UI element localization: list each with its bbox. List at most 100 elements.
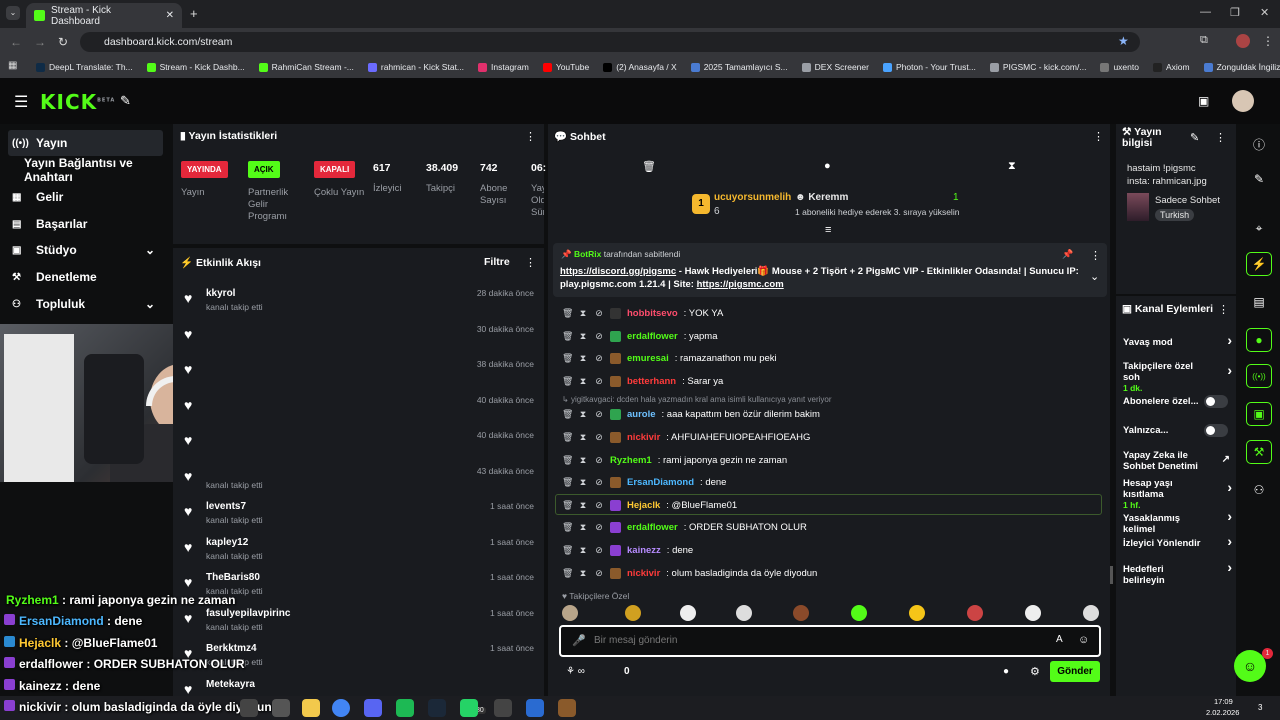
chat-username[interactable]: hobbitsevo bbox=[627, 308, 678, 319]
delete-message-icon[interactable]: 🗑 bbox=[562, 353, 573, 364]
chevron-right-icon[interactable]: › bbox=[1227, 333, 1232, 347]
obs-icon[interactable] bbox=[494, 699, 512, 717]
tools-icon[interactable]: ⚒ bbox=[1246, 440, 1272, 464]
emote-icon[interactable] bbox=[967, 605, 983, 621]
ban-icon[interactable]: ⊘ bbox=[594, 522, 604, 533]
community-icon[interactable]: ⚇ bbox=[1246, 478, 1272, 502]
timeout-icon[interactable]: ⧗ bbox=[578, 522, 588, 533]
chevron-right-icon[interactable]: › bbox=[1227, 509, 1232, 523]
activity-user[interactable]: Berkktmz4 bbox=[206, 643, 257, 654]
trash-icon[interactable]: 🗑 bbox=[642, 160, 656, 173]
activity-menu-icon[interactable]: ⋮ bbox=[525, 256, 536, 269]
browser-tab[interactable]: Stream - Kick Dashboard ✕ bbox=[26, 3, 182, 28]
target-icon[interactable]: ⌖ bbox=[1246, 216, 1272, 240]
bookmark-item[interactable]: DeepL Translate: Th... bbox=[36, 62, 133, 72]
emote-icon[interactable] bbox=[851, 605, 867, 621]
points-icon[interactable]: ⚘ ∞ bbox=[566, 666, 585, 677]
toggle-switch[interactable] bbox=[1204, 395, 1228, 408]
activity-user[interactable]: fasulyepilavpirinc bbox=[206, 608, 290, 619]
chevron-right-icon[interactable]: › bbox=[1227, 534, 1232, 548]
timeout-icon[interactable]: ⧗ bbox=[578, 331, 588, 342]
emote-icon[interactable] bbox=[736, 605, 752, 621]
emote-icon[interactable] bbox=[909, 605, 925, 621]
chat-bubble-small-icon[interactable]: ● bbox=[1003, 666, 1009, 677]
discord-link[interactable]: https://discord.gg/pigsmc bbox=[560, 266, 676, 277]
timeout-icon[interactable]: ⧗ bbox=[578, 545, 588, 556]
chat-username[interactable]: erdalflower bbox=[627, 522, 678, 533]
chat-username[interactable]: ErsanDiamond bbox=[627, 477, 694, 488]
collapse-icon[interactable]: ≡ bbox=[825, 224, 831, 236]
delete-message-icon[interactable]: 🗑 bbox=[562, 500, 573, 511]
chat-icon[interactable]: ● bbox=[1246, 328, 1272, 352]
channel-action-5[interactable]: Hesap yaşı kısıtlama 1 hf. › bbox=[1123, 478, 1232, 511]
chat-username[interactable]: Ryzhem1 bbox=[610, 455, 652, 466]
broadcast-icon[interactable]: ((•)) bbox=[1246, 364, 1272, 388]
channel-action-8[interactable]: Hedefleri belirleyin › bbox=[1123, 560, 1232, 586]
bookmark-item[interactable]: RahmiCan Stream -... bbox=[258, 62, 354, 72]
bookmark-item[interactable]: Instagram bbox=[478, 62, 529, 72]
emoji-icon[interactable]: ☺ bbox=[1078, 634, 1089, 646]
bookmark-item[interactable]: Zonguldak İngilizce... bbox=[1203, 62, 1280, 72]
files-icon[interactable] bbox=[272, 699, 290, 717]
bookmark-item[interactable]: uxento bbox=[1100, 62, 1139, 72]
sidebar-item-1[interactable]: Yayın Bağlantısı ve Anahtarı bbox=[8, 156, 163, 184]
sidebar-item-0[interactable]: ((•)) Yayın bbox=[8, 130, 163, 156]
pin-icon[interactable]: 📌 bbox=[1062, 249, 1073, 260]
new-tab-button[interactable]: + bbox=[190, 6, 198, 21]
folder-icon[interactable] bbox=[302, 699, 320, 717]
chat-username[interactable]: nickivir bbox=[627, 568, 660, 579]
whatsapp-icon[interactable] bbox=[460, 699, 478, 717]
bolt-icon[interactable]: ⚡ bbox=[1246, 252, 1272, 276]
stream-info-menu-icon[interactable]: ⋮ bbox=[1215, 131, 1226, 144]
emote-icon[interactable] bbox=[1025, 605, 1041, 621]
ban-icon[interactable]: ⊘ bbox=[594, 409, 604, 420]
tab-list-button[interactable]: ⌄ bbox=[6, 6, 20, 20]
ban-icon[interactable]: ⊘ bbox=[594, 331, 604, 342]
reload-button[interactable]: ↻ bbox=[58, 35, 68, 49]
ban-icon[interactable]: ⊘ bbox=[594, 353, 604, 364]
bookmark-item[interactable]: rahmican - Kick Stat... bbox=[367, 62, 464, 72]
bookmark-item[interactable]: PIGSMC - kick.com/... bbox=[989, 62, 1086, 72]
sidebar-item-2[interactable]: ▦ Gelir bbox=[8, 184, 163, 210]
timeout-icon[interactable]: ⧗ bbox=[578, 432, 588, 443]
close-window-button[interactable]: ✕ bbox=[1260, 6, 1269, 19]
channel-action-0[interactable]: Yavaş mod › bbox=[1123, 333, 1232, 348]
sidebar-item-5[interactable]: ⚒ Denetleme bbox=[8, 264, 163, 290]
timeout-icon[interactable]: ⧗ bbox=[578, 409, 588, 420]
activity-user[interactable]: levents7 bbox=[206, 501, 246, 512]
close-tab-icon[interactable]: ✕ bbox=[166, 10, 174, 21]
delete-message-icon[interactable]: 🗑 bbox=[562, 568, 573, 579]
ban-icon[interactable]: ⊘ bbox=[594, 432, 604, 443]
bookmark-item[interactable]: Photon - Your Trust... bbox=[882, 62, 976, 72]
discord-icon[interactable] bbox=[364, 699, 382, 717]
timeout-icon[interactable]: ⧗ bbox=[578, 500, 588, 511]
emote-icon[interactable] bbox=[1083, 605, 1099, 621]
gift-leader-name[interactable]: ucuyorsunmelih bbox=[714, 192, 791, 203]
bookmark-item[interactable]: Axiom bbox=[1152, 62, 1190, 72]
chat-username[interactable]: emuresai bbox=[627, 353, 669, 364]
info-icon[interactable]: ⓘ bbox=[1246, 132, 1272, 156]
external-link-icon[interactable]: ↗ bbox=[1222, 454, 1230, 465]
ban-icon[interactable]: ⊘ bbox=[594, 455, 604, 466]
ban-icon[interactable]: ⊘ bbox=[594, 500, 604, 511]
activity-user[interactable]: kapley12 bbox=[206, 537, 248, 548]
toggle-switch[interactable] bbox=[1204, 424, 1228, 437]
edit-info-icon[interactable]: ✎ bbox=[1190, 131, 1199, 144]
bookmark-item[interactable]: DEX Screener bbox=[801, 62, 869, 72]
ban-icon[interactable]: ⊘ bbox=[594, 568, 604, 579]
chevron-right-icon[interactable]: › bbox=[1227, 480, 1232, 494]
pinned-menu-icon[interactable]: ⋮ bbox=[1090, 249, 1101, 262]
ban-icon[interactable]: ⊘ bbox=[594, 308, 604, 319]
timeout-icon[interactable]: ⧗ bbox=[578, 376, 588, 387]
minimize-button[interactable]: — bbox=[1200, 6, 1211, 18]
activity-user[interactable]: TheBaris80 bbox=[206, 572, 260, 583]
ban-icon[interactable]: ⊘ bbox=[594, 376, 604, 387]
translate-icon[interactable]: A bbox=[1056, 634, 1063, 645]
steam-icon[interactable] bbox=[428, 699, 446, 717]
chat-username[interactable]: kainezz bbox=[627, 545, 661, 556]
activity-user[interactable]: kkyrol bbox=[206, 288, 235, 299]
chat-scrollbar[interactable] bbox=[1110, 566, 1113, 584]
notes-icon[interactable]: ▤ bbox=[1246, 290, 1272, 314]
chat-username[interactable]: betterhann bbox=[627, 376, 676, 387]
chevron-right-icon[interactable]: › bbox=[1227, 560, 1232, 574]
